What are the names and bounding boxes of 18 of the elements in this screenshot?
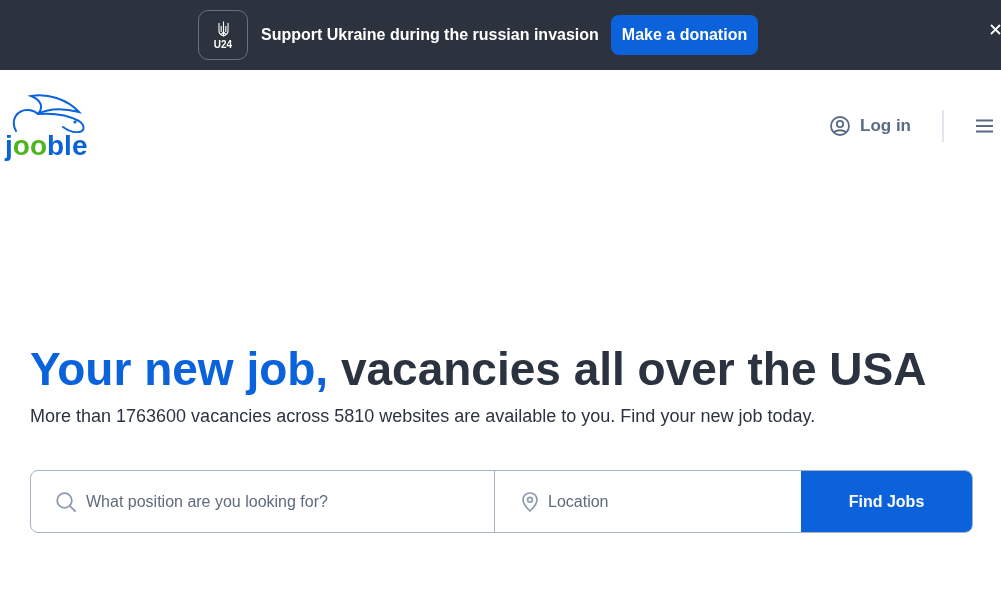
- trident-icon: [217, 20, 229, 38]
- menu-button[interactable]: [976, 119, 993, 133]
- logo-wordmark: jooble: [5, 133, 88, 159]
- donation-button[interactable]: Make a donation: [610, 15, 759, 55]
- location-input[interactable]: Location: [548, 488, 789, 515]
- close-button[interactable]: [990, 22, 1001, 36]
- user-icon: [830, 116, 850, 136]
- hero-subtitle: More than 1763600 vacancies across 5810 websites are available to you. Find your new job today.: [30, 405, 817, 428]
- position-input[interactable]: What position are you looking for?: [86, 488, 482, 515]
- banner-message: Support Ukraine during the russian invasion: [261, 26, 599, 44]
- u24-label: U24: [213, 38, 233, 50]
- search-icon: [56, 491, 76, 512]
- location-pin-icon: [522, 491, 538, 512]
- close-icon: [990, 23, 1001, 35]
- find-jobs-button[interactable]: Find Jobs: [801, 471, 972, 532]
- menu-icon: [976, 119, 993, 133]
- login-button[interactable]: Log in: [830, 116, 911, 136]
- hero-heading: Your new job, vacancies all over the USA: [30, 343, 928, 395]
